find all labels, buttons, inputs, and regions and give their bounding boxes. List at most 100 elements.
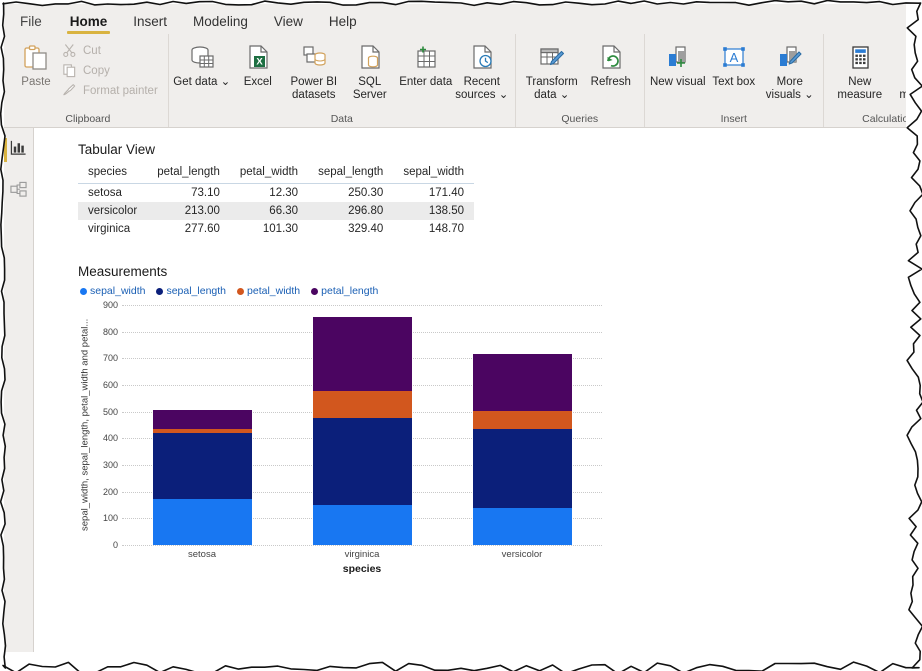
sidebar-item-model-view[interactable] <box>4 178 34 206</box>
stacked-bar-setosa[interactable] <box>153 410 252 545</box>
table-row[interactable]: virginica 277.60 101.30 329.40 148.70 <box>78 220 474 238</box>
tab-insert[interactable]: Insert <box>121 10 179 34</box>
tab-modeling[interactable]: Modeling <box>181 10 260 34</box>
x-axis-labels: setosavirginicaversicolor <box>122 545 602 560</box>
tabular-view-title: Tabular View <box>78 142 906 157</box>
format-painter-label: Format painter <box>83 85 158 97</box>
ribbon-group-clipboard: Paste Cut <box>8 34 168 127</box>
bar-segment-petal-length[interactable] <box>153 410 252 429</box>
sql-server-label: SQL Server <box>341 76 399 101</box>
bar-segment-sepal-width[interactable] <box>473 508 572 545</box>
paste-icon <box>21 41 51 74</box>
new-visual-button[interactable]: New visual <box>650 38 706 89</box>
legend-label: petal_width <box>247 285 300 297</box>
y-axis-title: sepal_width, sepal_length, petal_width a… <box>78 305 92 545</box>
legend-swatch <box>311 288 318 295</box>
stacked-bar-virginica[interactable] <box>313 317 412 545</box>
group-label-insert: Insert <box>650 112 818 127</box>
more-visuals-icon <box>775 41 805 74</box>
transform-data-icon <box>537 41 567 74</box>
bar-segment-petal-width[interactable] <box>473 411 572 429</box>
bar-group <box>122 305 602 545</box>
chart-legend: sepal_width sepal_length petal_width petal_… <box>80 285 638 297</box>
y-tick-label: 600 <box>103 380 118 390</box>
table-row[interactable]: setosa 73.10 12.30 250.30 171.40 <box>78 184 474 203</box>
bar-segment-petal-width[interactable] <box>313 391 412 418</box>
bar-segment-sepal-length[interactable] <box>473 429 572 508</box>
recent-sources-label: Recent sources ⌄ <box>453 76 511 101</box>
column-header-species: species <box>78 163 147 184</box>
bar-segment-sepal-width[interactable] <box>153 499 252 545</box>
ribbon-tab-bar: File Home Insert Modeling View Help <box>4 4 906 34</box>
format-painter-button[interactable]: Format painter <box>59 81 163 100</box>
copy-icon <box>61 62 78 79</box>
ribbon-group-insert: New visual A <box>644 34 823 127</box>
bar-segment-sepal-length[interactable] <box>313 418 412 506</box>
enter-data-button[interactable]: Enter data <box>398 38 454 89</box>
sidebar-item-report-view[interactable] <box>4 136 34 164</box>
legend-item-sepal-length[interactable]: sepal_length <box>156 285 226 297</box>
tabular-view-table: species petal_length petal_width sepal_l… <box>78 163 474 238</box>
new-measure-button[interactable]: New measure <box>829 38 891 101</box>
group-label-data: Data <box>174 112 510 127</box>
paintbrush-icon <box>61 82 78 99</box>
bar-slot-versicolor <box>442 305 602 545</box>
chart-plot-area[interactable] <box>122 305 602 545</box>
bar-segment-sepal-width[interactable] <box>313 505 412 545</box>
paste-label: Paste <box>21 76 50 89</box>
power-bi-datasets-button[interactable]: Power BI datasets <box>286 38 342 101</box>
sql-server-button[interactable]: SQL Server <box>342 38 398 101</box>
view-switcher-sidebar <box>4 128 34 652</box>
cell-petal-length: 73.10 <box>147 184 230 203</box>
tab-help[interactable]: Help <box>317 10 369 34</box>
group-label-calculations: Calculations <box>829 112 906 127</box>
bar-segment-petal-length[interactable] <box>473 354 572 411</box>
cell-petal-width: 66.30 <box>230 202 308 220</box>
bar-slot-setosa <box>122 305 282 545</box>
copy-button[interactable]: Copy <box>59 61 163 80</box>
table-row[interactable]: versicolor 213.00 66.30 296.80 138.50 <box>78 202 474 220</box>
legend-label: sepal_length <box>166 285 226 297</box>
measurements-title: Measurements <box>78 264 638 279</box>
cut-button[interactable]: Cut <box>59 41 163 60</box>
sql-server-icon <box>355 41 385 74</box>
legend-item-sepal-width[interactable]: sepal_width <box>80 285 145 297</box>
svg-text:A: A <box>729 50 738 65</box>
recent-sources-button[interactable]: Recent sources ⌄ <box>454 38 510 101</box>
calculator-icon <box>845 41 875 74</box>
quick-measure-button[interactable]: Quick measure <box>891 38 906 101</box>
scissors-icon <box>61 42 78 59</box>
stacked-bar-versicolor[interactable] <box>473 354 572 545</box>
tab-view[interactable]: View <box>262 10 315 34</box>
recent-sources-icon <box>467 41 497 74</box>
cell-species: versicolor <box>78 202 147 220</box>
legend-swatch <box>156 288 163 295</box>
more-visuals-button[interactable]: More visuals ⌄ <box>762 38 818 101</box>
bar-segment-sepal-length[interactable] <box>153 433 252 500</box>
cell-species: setosa <box>78 184 147 203</box>
transform-data-button[interactable]: Transform data ⌄ <box>521 38 583 101</box>
y-tick-label: 100 <box>103 513 118 523</box>
get-data-button[interactable]: Get data ⌄ <box>174 38 230 89</box>
y-tick-label: 800 <box>103 327 118 337</box>
more-visuals-label: More visuals ⌄ <box>761 76 819 101</box>
legend-item-petal-width[interactable]: petal_width <box>237 285 300 297</box>
tab-file[interactable]: File <box>10 10 56 34</box>
ribbon-group-calculations: New measure <box>823 34 906 127</box>
legend-item-petal-length[interactable]: petal_length <box>311 285 378 297</box>
y-tick-label: 700 <box>103 353 118 363</box>
paste-button[interactable]: Paste <box>13 38 59 89</box>
refresh-icon <box>596 41 626 74</box>
bar-chart-icon <box>10 139 27 161</box>
text-box-button[interactable]: A Text box <box>706 38 762 89</box>
report-canvas: Tabular View species petal_length petal_… <box>34 128 906 652</box>
bar-slot-virginica <box>282 305 442 545</box>
refresh-button[interactable]: Refresh <box>583 38 639 89</box>
tab-home[interactable]: Home <box>58 10 120 34</box>
bar-segment-petal-length[interactable] <box>313 317 412 391</box>
cell-petal-width: 12.30 <box>230 184 308 203</box>
excel-icon: X <box>243 41 273 74</box>
y-tick-label: 500 <box>103 407 118 417</box>
excel-button[interactable]: X Excel <box>230 38 286 89</box>
text-box-icon: A <box>719 41 749 74</box>
